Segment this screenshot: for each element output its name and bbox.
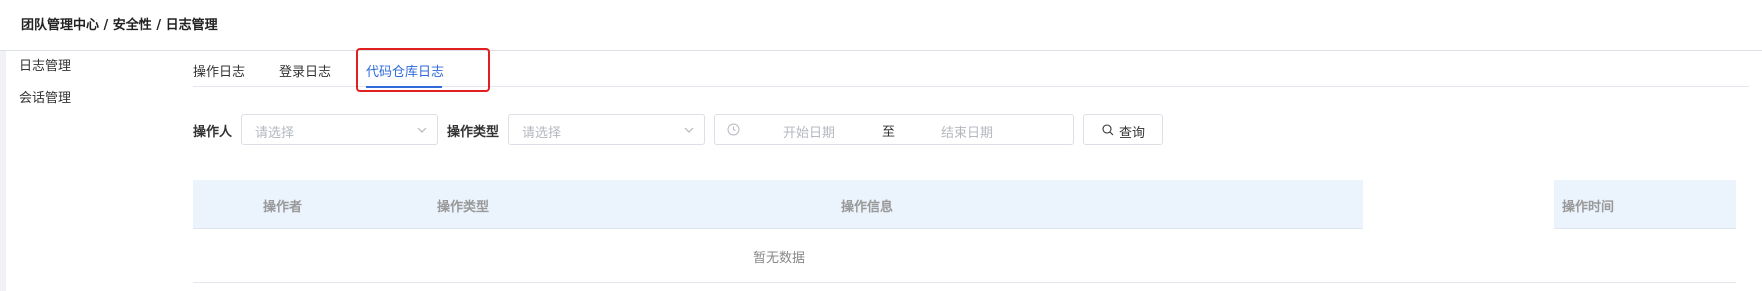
column-header-operator: 操作者 [263, 200, 303, 215]
query-button[interactable]: 查询 [1083, 114, 1163, 145]
header-divider [0, 50, 1762, 51]
clock-icon [727, 123, 740, 136]
tab-operation-log[interactable]: 操作日志 [193, 61, 245, 80]
chevron-down-icon [684, 127, 694, 133]
table-header-divider [193, 228, 1363, 229]
operation-type-label: 操作类型 [447, 125, 500, 140]
end-date-input[interactable]: 结束日期 [941, 122, 993, 141]
range-separator: 至 [882, 125, 896, 140]
sidebar-item-session-management[interactable]: 会话管理 [19, 87, 71, 106]
operation-type-select-placeholder: 请选择 [522, 126, 562, 141]
query-button-label: 查询 [1119, 126, 1146, 141]
column-header-operation-type: 操作类型 [437, 200, 490, 215]
column-header-operation-info: 操作信息 [841, 200, 894, 215]
table-body-divider [193, 282, 1736, 283]
breadcrumb: 团队管理中心 / 安全性 / 日志管理 [21, 18, 218, 33]
operator-label: 操作人 [193, 125, 233, 140]
column-header-operation-time: 操作时间 [1562, 200, 1615, 215]
operator-select-placeholder: 请选择 [255, 126, 295, 141]
search-icon [1102, 124, 1114, 136]
highlight-annotation-box [356, 48, 490, 92]
table-header-divider [1554, 228, 1736, 229]
table-header-main [193, 180, 1363, 228]
tab-login-log[interactable]: 登录日志 [279, 61, 331, 80]
chevron-down-icon [417, 127, 427, 133]
sidebar-strip [0, 51, 6, 291]
operator-select[interactable]: 请选择 [241, 114, 438, 145]
date-range-picker[interactable]: 开始日期 至 结束日期 [714, 114, 1074, 145]
start-date-input[interactable]: 开始日期 [783, 122, 835, 141]
empty-state-text: 暂无数据 [753, 251, 806, 266]
sidebar-item-log-management[interactable]: 日志管理 [19, 55, 71, 74]
operation-type-select[interactable]: 请选择 [508, 114, 705, 145]
